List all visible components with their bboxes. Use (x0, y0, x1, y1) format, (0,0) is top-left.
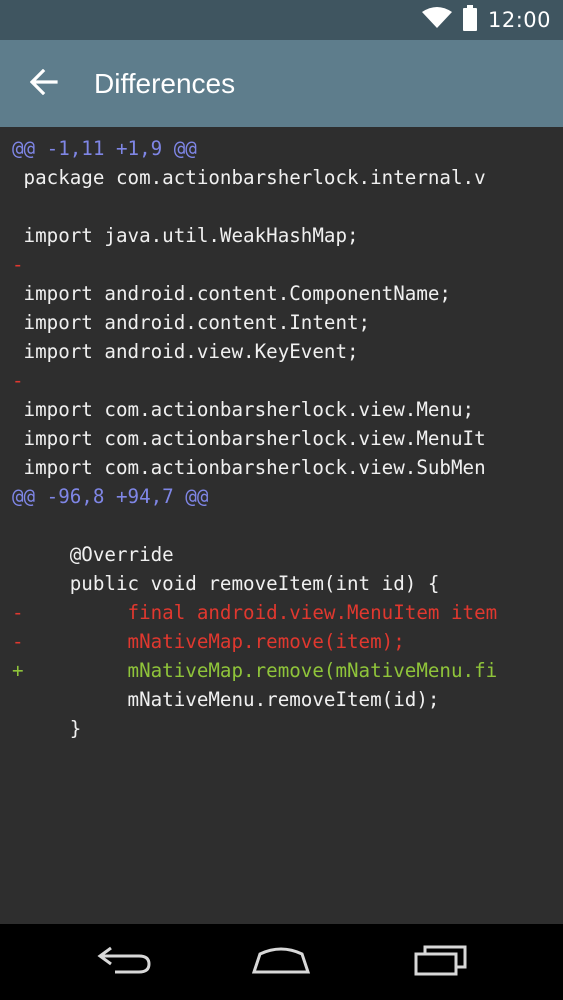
status-icons: 12:00 (421, 0, 551, 40)
diff-line-context: package com.actionbarsherlock.internal.v (12, 166, 486, 189)
back-button[interactable] (20, 60, 68, 108)
nav-home-button[interactable] (241, 938, 321, 986)
diff-line-context: mNativeMenu.removeItem(id); (12, 688, 440, 711)
diff-line-context: public void removeItem(int id) { (12, 572, 440, 595)
recents-icon (413, 944, 469, 980)
diff-line-context: import android.view.KeyEvent; (12, 340, 359, 363)
diff-line-removed: - (12, 253, 24, 276)
home-icon (251, 945, 311, 979)
diff-lines: @@ -1,11 +1,9 @@ package com.actionbarsh… (12, 134, 497, 743)
diff-line-hunk: @@ -96,8 +94,7 @@ (12, 485, 209, 508)
diff-line-hunk: @@ -1,11 +1,9 @@ (12, 137, 197, 160)
diff-line-context: import android.content.Intent; (12, 311, 371, 334)
battery-icon (462, 5, 478, 35)
diff-line-removed: - mNativeMap.remove(item); (12, 630, 405, 653)
app-bar: Differences (0, 40, 563, 127)
diff-line-context: import com.actionbarsherlock.view.MenuIt (12, 427, 486, 450)
diff-line-context (12, 511, 497, 540)
diff-line-removed: - final android.view.MenuItem item (12, 601, 498, 624)
diff-line-context: } (12, 717, 82, 740)
wifi-icon (421, 7, 452, 33)
diff-line-context: import android.content.ComponentName; (12, 282, 451, 305)
diff-line-context: @Override (12, 543, 174, 566)
diff-line-context: import com.actionbarsherlock.view.SubMen (12, 456, 486, 479)
diff-line-added: + mNativeMap.remove(mNativeMenu.fi (12, 659, 498, 682)
status-time: 12:00 (487, 8, 551, 32)
diff-line-context: import java.util.WeakHashMap; (12, 224, 359, 247)
nav-recents-button[interactable] (401, 938, 481, 986)
arrow-back-icon (29, 68, 58, 99)
diff-view[interactable]: @@ -1,11 +1,9 @@ package com.actionbarsh… (0, 127, 563, 924)
status-bar: 12:00 (0, 0, 563, 40)
diff-line-removed: - (12, 369, 24, 392)
diff-line-context: import com.actionbarsherlock.view.Menu; (12, 398, 475, 421)
nav-back-button[interactable] (85, 938, 165, 986)
diff-line-context (12, 192, 497, 221)
page-title: Differences (94, 68, 236, 99)
back-nav-icon (97, 945, 153, 979)
navigation-bar (0, 924, 563, 1000)
